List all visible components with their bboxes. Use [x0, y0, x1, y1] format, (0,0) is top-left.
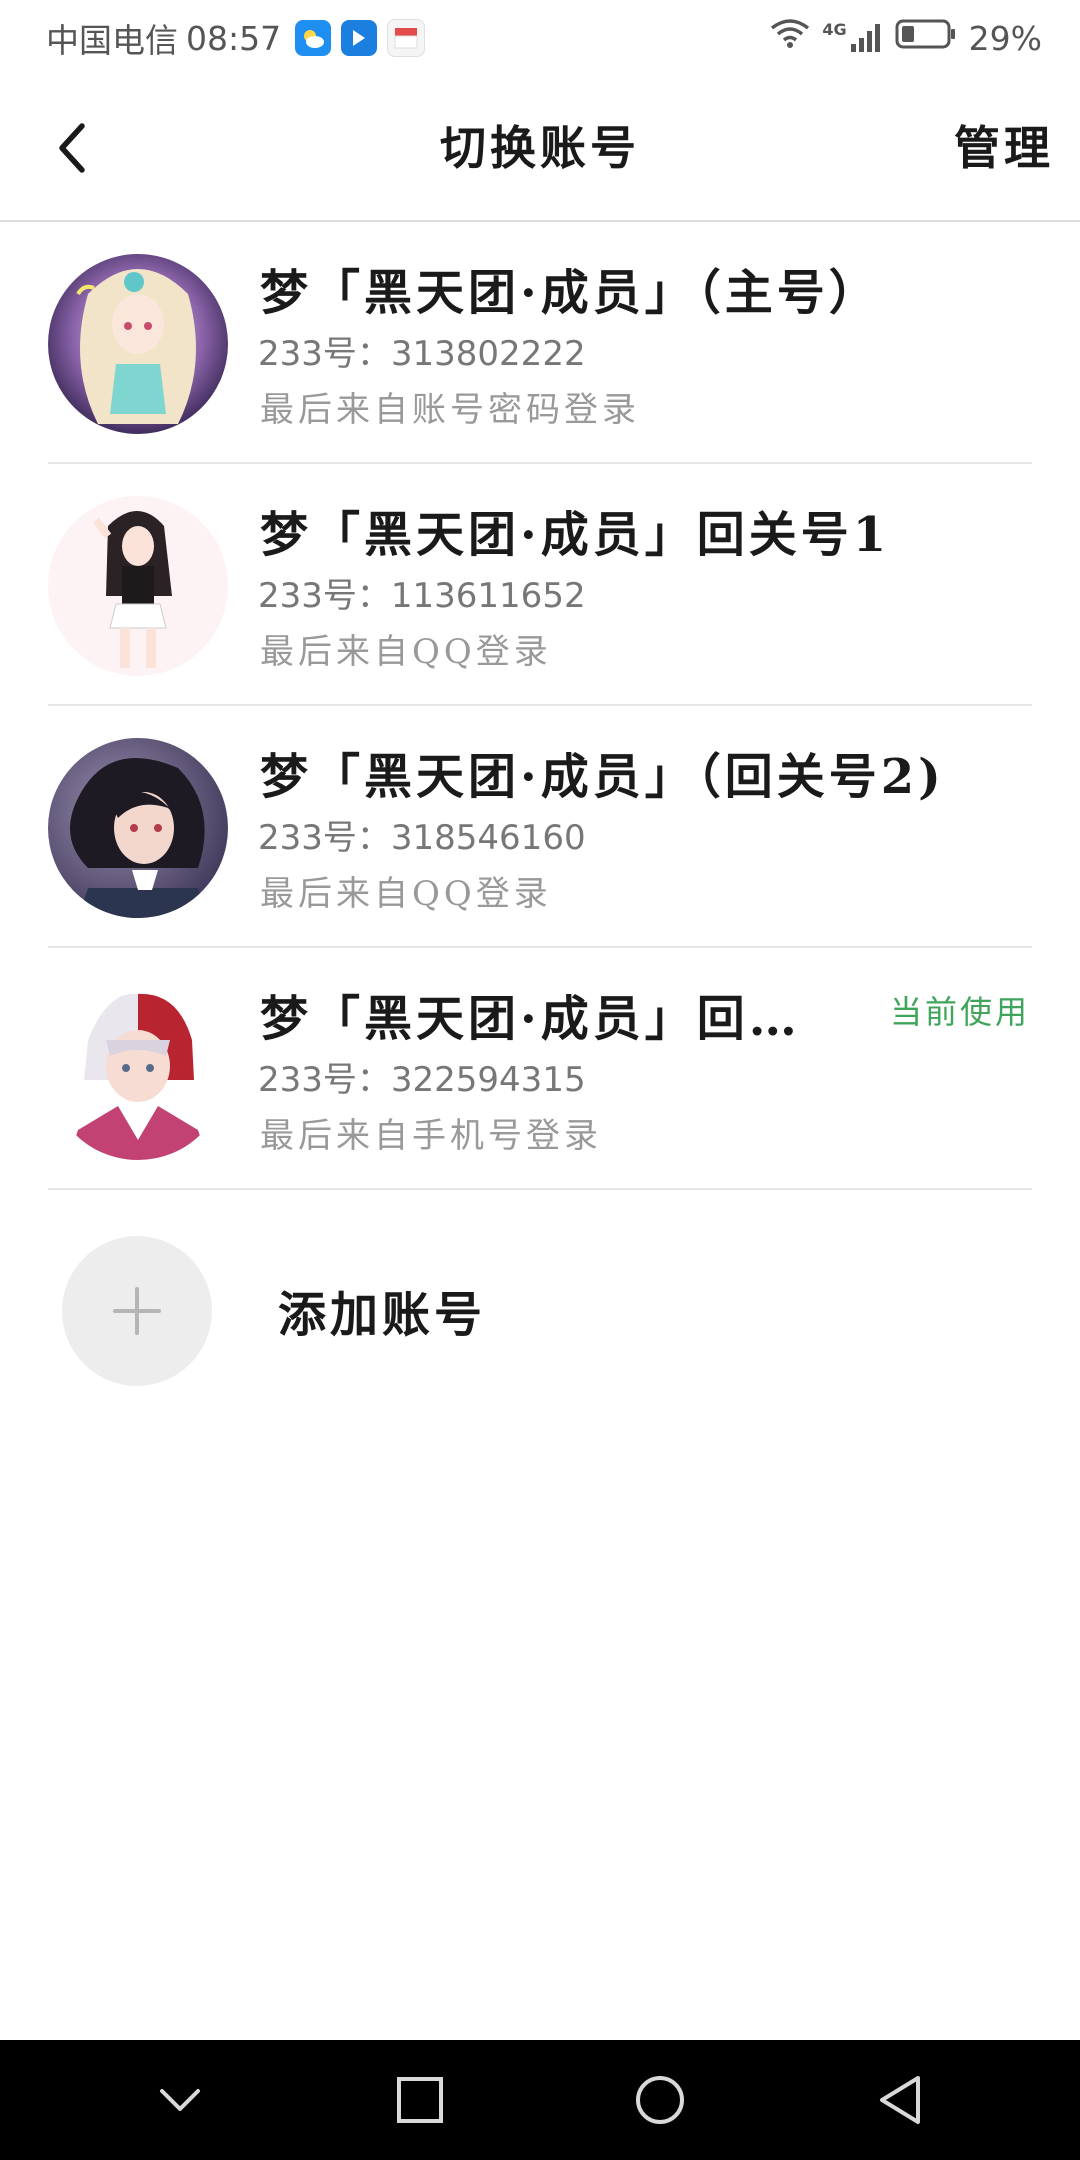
last-login-method: 最后来自QQ登录 — [260, 632, 552, 672]
add-account-label: 添加账号 — [278, 1287, 487, 1343]
account-list: 梦「黑天团·成员」（主号） 233号：313802222 最后来自账号密码登录 … — [0, 222, 1080, 1190]
last-login-method: 最后来自账号密码登录 — [260, 390, 640, 430]
wifi-icon — [770, 18, 810, 58]
clock: 08:57 — [186, 18, 282, 58]
carrier-name: 中国电信 — [46, 21, 178, 60]
triangle-back-icon — [880, 2076, 920, 2124]
account-item[interactable]: 梦「黑天团·成员」回… 当前使用 233号：322594315 最后来自手机号登… — [0, 948, 1080, 1190]
account-name: 梦「黑天团·成员」回关号1 — [260, 507, 891, 563]
account-item[interactable]: 梦「黑天团·成员」回关号1 233号：113611652 最后来自QQ登录 — [0, 464, 1080, 706]
account-name: 梦「黑天团·成员」回… — [260, 991, 801, 1047]
battery-icon — [895, 18, 957, 58]
account-id: 233号：318546160 — [258, 818, 586, 858]
account-id: 233号：313802222 — [258, 334, 586, 374]
manage-button[interactable]: 管理 — [954, 116, 1054, 180]
add-account-circle — [62, 1236, 212, 1386]
status-right: 4G 29% — [758, 18, 1042, 58]
account-item[interactable]: 梦「黑天团·成员」（回关号2) 233号：318546160 最后来自QQ登录 — [0, 706, 1080, 948]
bilibili-app-icon — [341, 20, 378, 56]
page-title: 切换账号 — [440, 121, 640, 175]
account-id: 233号：113611652 — [258, 576, 586, 616]
battery-percent: 29% — [968, 18, 1042, 58]
network-type: 4G — [822, 20, 847, 39]
weather-app-icon — [295, 20, 332, 56]
status-left: 中国电信 08:57 — [46, 14, 435, 62]
nav-back-button[interactable] — [855, 2055, 945, 2145]
avatar — [48, 254, 228, 434]
status-bar: 中国电信 08:57 4G 29% — [0, 0, 1080, 76]
system-navigation-bar — [0, 2040, 1080, 2160]
avatar — [48, 980, 228, 1160]
last-login-method: 最后来自QQ登录 — [260, 874, 552, 914]
circle-icon — [636, 2076, 684, 2124]
top-app-bar: 切换账号 管理 — [0, 76, 1080, 222]
home-button[interactable] — [615, 2055, 705, 2145]
chevron-down-icon — [160, 2089, 200, 2111]
account-name: 梦「黑天团·成员」（回关号2) — [260, 749, 945, 805]
calendar-app-icon — [387, 19, 426, 57]
add-account-button[interactable]: 添加账号 — [0, 1190, 1080, 1430]
plus-icon — [113, 1287, 161, 1335]
last-login-method: 最后来自手机号登录 — [260, 1116, 602, 1156]
square-icon — [397, 2077, 443, 2123]
signal-icon: 4G — [822, 22, 882, 54]
recents-button[interactable] — [375, 2055, 465, 2145]
current-account-badge: 当前使用 — [889, 993, 1030, 1031]
account-id: 233号：322594315 — [258, 1060, 586, 1100]
avatar — [48, 738, 228, 918]
hide-keyboard-button[interactable] — [135, 2055, 225, 2145]
account-item[interactable]: 梦「黑天团·成员」（主号） 233号：313802222 最后来自账号密码登录 — [0, 222, 1080, 464]
avatar — [48, 496, 228, 676]
account-name: 梦「黑天团·成员」（主号） — [260, 265, 881, 321]
